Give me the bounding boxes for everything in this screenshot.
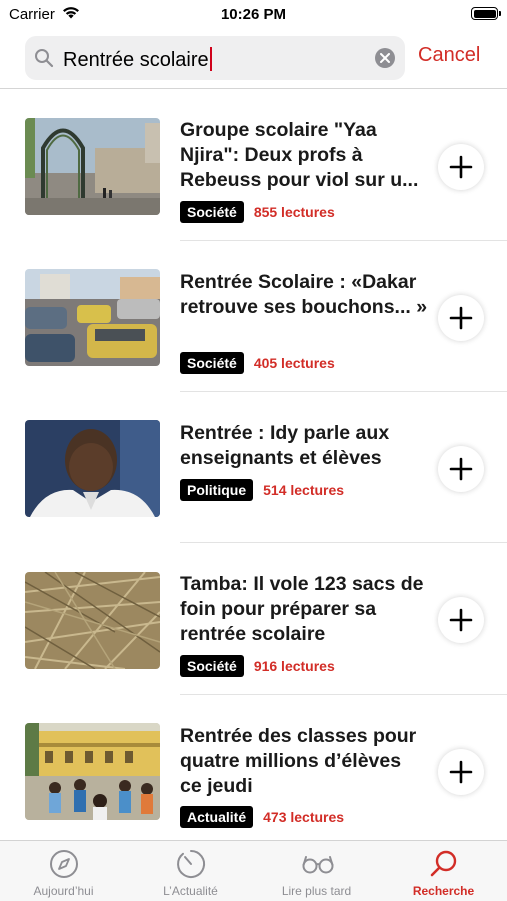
clock-icon: [177, 849, 206, 878]
article-thumbnail: [25, 118, 160, 215]
tab-label: Aujourd’hui: [33, 884, 94, 898]
category-badge: Actualité: [180, 806, 254, 828]
article-title[interactable]: Rentrée des classes pour quatre millions…: [180, 724, 428, 799]
category-badge: Politique: [180, 479, 254, 501]
article-title[interactable]: Rentrée Scolaire : «Dakar retrouve ses b…: [180, 270, 428, 320]
plus-icon: [449, 608, 473, 632]
tab-bar: Aujourd’hui L’Actualité Lire plus tard R…: [0, 840, 507, 901]
glasses-icon: [302, 856, 334, 874]
category-badge: Société: [180, 201, 244, 223]
article-title[interactable]: Rentrée : Idy parle aux enseignants et é…: [180, 421, 428, 471]
battery-icon: [471, 7, 501, 20]
article-thumbnail: [25, 723, 160, 820]
search-header: Rentrée scolaire Cancel: [0, 30, 507, 89]
compass-icon: [50, 850, 78, 878]
plus-icon: [449, 457, 473, 481]
tab-label: Lire plus tard: [281, 884, 352, 898]
add-to-read-later-button[interactable]: [438, 749, 484, 795]
category-badge: Société: [180, 352, 244, 374]
add-to-read-later-button[interactable]: [438, 295, 484, 341]
tab-lire-plus-tard[interactable]: Lire plus tard: [253, 841, 380, 901]
search-icon: [430, 850, 457, 877]
read-count: 916 lectures: [253, 658, 335, 674]
read-count: 473 lectures: [263, 809, 345, 825]
article-thumbnail: [25, 269, 160, 366]
article-meta: Politique 514 lectures: [180, 478, 344, 502]
read-count: 514 lectures: [263, 482, 345, 498]
status-time: 10:26 PM: [220, 6, 287, 23]
tab-recherche[interactable]: Recherche: [380, 841, 507, 901]
list-item[interactable]: Rentrée Scolaire : «Dakar retrouve ses b…: [0, 240, 507, 392]
close-icon: [380, 53, 390, 63]
list-item[interactable]: Groupe scolaire "Yaa Njira": Deux profs …: [0, 88, 507, 241]
category-badge: Société: [180, 655, 244, 677]
article-thumbnail: [25, 572, 160, 669]
cancel-button[interactable]: Cancel: [418, 44, 480, 67]
search-query[interactable]: Rentrée scolaire: [63, 47, 212, 72]
list-item[interactable]: Rentrée : Idy parle aux enseignants et é…: [0, 391, 507, 543]
article-meta: Société 916 lectures: [180, 654, 335, 678]
article-meta: Actualité 473 lectures: [180, 805, 344, 829]
read-count: 405 lectures: [253, 355, 335, 371]
tab-label: Recherche: [412, 884, 475, 898]
add-to-read-later-button[interactable]: [438, 446, 484, 492]
plus-icon: [449, 760, 473, 784]
magnifier-icon: [34, 48, 54, 73]
tab-actualite[interactable]: L’Actualité: [127, 841, 254, 901]
status-bar: Carrier 10:26 PM: [0, 0, 507, 30]
plus-icon: [449, 306, 473, 330]
read-count: 855 lectures: [253, 204, 335, 220]
tab-label: L’Actualité: [163, 884, 218, 898]
search-input[interactable]: Rentrée scolaire: [25, 36, 405, 80]
text-caret: [209, 47, 212, 71]
add-to-read-later-button[interactable]: [438, 597, 484, 643]
article-title[interactable]: Groupe scolaire "Yaa Njira": Deux profs …: [180, 118, 428, 193]
article-meta: Société 405 lectures: [180, 351, 335, 375]
list-item[interactable]: Tamba: Il vole 123 sacs de foin pour pré…: [0, 542, 507, 695]
article-meta: Société 855 lectures: [180, 200, 335, 224]
tab-aujourdhui[interactable]: Aujourd’hui: [0, 841, 127, 901]
clear-search-button[interactable]: [375, 48, 395, 68]
list-item[interactable]: Rentrée des classes pour quatre millions…: [0, 694, 507, 845]
add-to-read-later-button[interactable]: [438, 144, 484, 190]
article-title[interactable]: Tamba: Il vole 123 sacs de foin pour pré…: [180, 572, 428, 647]
article-thumbnail: [25, 420, 160, 517]
plus-icon: [449, 155, 473, 179]
